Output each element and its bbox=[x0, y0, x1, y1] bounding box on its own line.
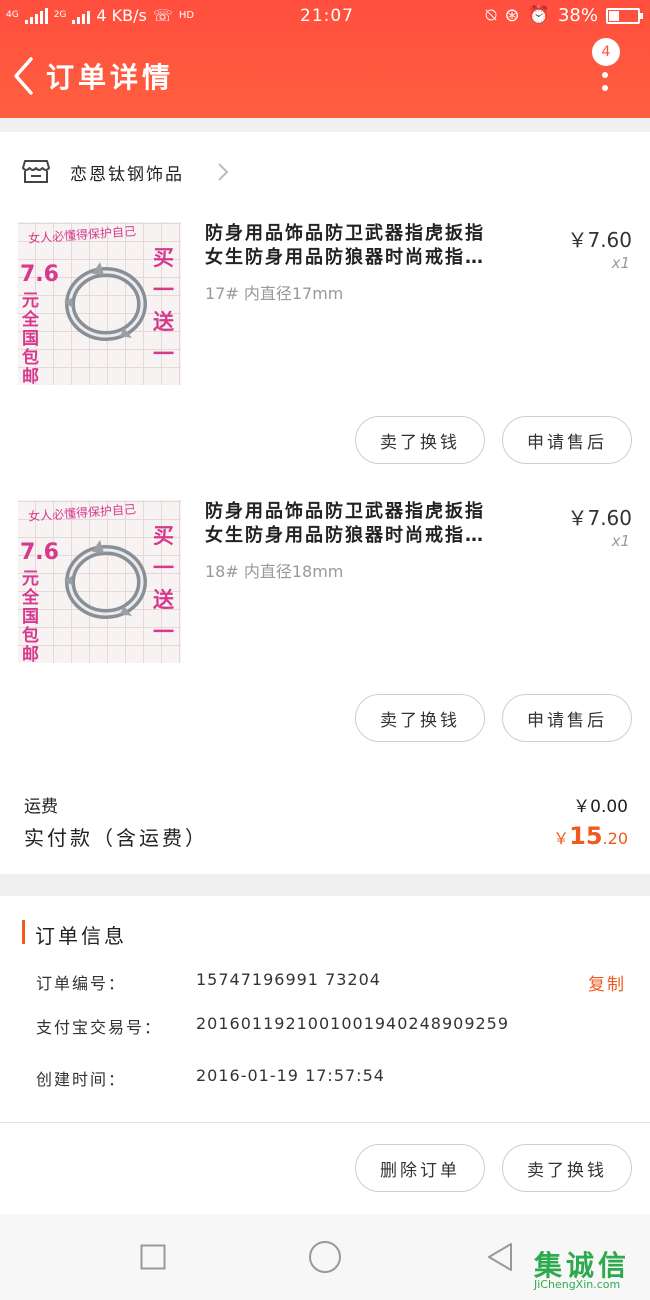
more-menu-button[interactable]: 4 bbox=[590, 38, 620, 102]
thumb-promo: 买一送一 bbox=[153, 524, 174, 644]
product-spec: 18# 内直径18mm bbox=[205, 562, 344, 581]
thumb-price: 7.6 bbox=[20, 540, 59, 565]
thumb-caption: 女人必懂得保护自己 bbox=[27, 224, 137, 246]
notification-badge: 4 bbox=[592, 38, 620, 66]
hd-label: HD bbox=[178, 10, 195, 21]
ring-product-image bbox=[64, 262, 147, 341]
shop-name: 恋恩钛钢饰品 bbox=[70, 165, 184, 185]
watermark-url: JiChengXin.com bbox=[534, 1278, 621, 1291]
order-item: 女人必懂得保护自己 7.6 元全国包邮 买一送一 防身用品饰品防卫武器指虎扳指 … bbox=[0, 500, 650, 742]
alipay-trade-label: 支付宝交易号： bbox=[36, 1018, 163, 1037]
network-type-label: 4G bbox=[6, 10, 19, 20]
watermark-logo: 集诚信 JiChengXin.com bbox=[526, 1240, 646, 1296]
app-header: 4G 2G 4 KB/s ☏ HD 21:07 ⍉ ⊛ ⏰ 38% 订单详情 4 bbox=[0, 0, 650, 118]
status-bar: 4G 2G 4 KB/s ☏ HD 21:07 ⍉ ⊛ ⏰ 38% bbox=[0, 0, 650, 32]
created-time-label: 创建时间： bbox=[36, 1070, 127, 1089]
alarm-icon: ⏰ bbox=[527, 5, 550, 26]
request-aftersale-button[interactable]: 申请售后 bbox=[502, 694, 632, 742]
copy-button[interactable]: 复制 bbox=[588, 970, 626, 995]
total-currency: ￥ bbox=[553, 829, 570, 848]
recent-apps-icon[interactable] bbox=[140, 1244, 166, 1270]
product-price: ￥7.60 bbox=[567, 228, 632, 252]
order-number-value: 15747196991 73204 bbox=[196, 970, 381, 989]
product-thumbnail[interactable]: 女人必懂得保护自己 7.6 元全国包邮 买一送一 bbox=[18, 500, 181, 663]
more-dot-icon bbox=[602, 85, 608, 91]
clock: 21:07 bbox=[300, 6, 354, 26]
alipay-trade-value: 2016011921001001940248909259 bbox=[196, 1014, 510, 1033]
product-name-line1: 防身用品饰品防卫武器指虎扳指 bbox=[205, 501, 485, 522]
created-time-value: 2016-01-19 17:57:54 bbox=[196, 1066, 385, 1085]
thumb-caption: 女人必懂得保护自己 bbox=[27, 502, 137, 524]
total-value: ￥15.20 bbox=[553, 822, 628, 850]
thumb-free-shipping: 元全国包邮 bbox=[22, 569, 39, 664]
order-items-card: 恋恩钛钢饰品 女人必懂得保护自己 7.6 元全国包邮 买一送一 防身用品饰品防卫… bbox=[0, 132, 650, 874]
product-quantity: x1 bbox=[611, 532, 630, 550]
delete-order-button[interactable]: 删除订单 bbox=[355, 1144, 485, 1192]
store-icon bbox=[22, 160, 50, 183]
product-quantity: x1 bbox=[611, 254, 630, 272]
product-name-line1: 防身用品饰品防卫武器指虎扳指 bbox=[205, 223, 485, 244]
ring-product-image bbox=[64, 540, 147, 619]
back-arrow-icon[interactable] bbox=[12, 56, 34, 96]
order-info-title: 订单信息 bbox=[22, 920, 127, 948]
status-right: ⍉ ⊛ ⏰ 38% bbox=[485, 5, 643, 26]
shipping-row: 运费 ￥0.00 bbox=[0, 792, 650, 822]
total-integer: 15 bbox=[569, 822, 603, 850]
signal-icon bbox=[24, 7, 48, 24]
shipping-label: 运费 bbox=[24, 797, 58, 817]
status-left: 4G 2G 4 KB/s ☏ HD bbox=[6, 6, 194, 25]
system-nav-bar: 集诚信 JiChengXin.com bbox=[0, 1214, 650, 1300]
total-label: 实付款（含运费） bbox=[24, 826, 208, 850]
request-aftersale-button[interactable]: 申请售后 bbox=[502, 416, 632, 464]
order-number-label: 订单编号： bbox=[36, 974, 127, 993]
product-name-line2: 女生防身用品防狼器时尚戒指… bbox=[205, 525, 485, 546]
created-time-row: 创建时间： 2016-01-19 17:57:54 bbox=[0, 1062, 650, 1092]
page-title: 订单详情 bbox=[46, 61, 175, 94]
phone-hd-icon: ☏ bbox=[152, 6, 173, 25]
total-row: 实付款（含运费） ￥15.20 bbox=[0, 822, 650, 852]
order-number-row: 订单编号： 15747196991 73204 复制 bbox=[0, 966, 650, 996]
back-nav-icon[interactable] bbox=[486, 1242, 514, 1272]
order-item: 女人必懂得保护自己 7.6 元全国包邮 买一送一 防身用品饰品防卫武器指虎扳指 … bbox=[0, 222, 650, 464]
product-thumbnail[interactable]: 女人必懂得保护自己 7.6 元全国包邮 买一送一 bbox=[18, 222, 181, 385]
sell-for-cash-bottom-button[interactable]: 卖了换钱 bbox=[502, 1144, 632, 1192]
total-decimal: .20 bbox=[602, 829, 628, 848]
network-speed: 4 KB/s bbox=[96, 6, 147, 25]
thumb-price: 7.6 bbox=[20, 262, 59, 287]
product-spec: 17# 内直径17mm bbox=[205, 284, 344, 303]
more-dot-icon bbox=[602, 72, 608, 78]
home-icon[interactable] bbox=[308, 1240, 342, 1274]
network-type-2-label: 2G bbox=[53, 10, 67, 20]
silent-icon: ⍉ bbox=[485, 5, 497, 26]
battery-percent: 38% bbox=[557, 5, 598, 26]
sell-for-cash-button[interactable]: 卖了换钱 bbox=[355, 694, 485, 742]
shipping-value: ￥0.00 bbox=[573, 797, 628, 817]
lock-rotation-icon: ⊛ bbox=[504, 5, 520, 26]
alipay-trade-row: 支付宝交易号： 2016011921001001940248909259 bbox=[0, 1010, 650, 1040]
signal-2-icon bbox=[72, 8, 91, 24]
bottom-action-bar: 删除订单 卖了换钱 bbox=[0, 1122, 650, 1214]
chevron-right-icon bbox=[218, 163, 229, 181]
product-name[interactable]: 防身用品饰品防卫武器指虎扳指 女生防身用品防狼器时尚戒指… bbox=[205, 500, 535, 548]
nav-bar: 订单详情 4 bbox=[0, 38, 650, 110]
thumb-promo: 买一送一 bbox=[153, 246, 174, 366]
sell-for-cash-button[interactable]: 卖了换钱 bbox=[355, 416, 485, 464]
thumb-free-shipping: 元全国包邮 bbox=[22, 291, 39, 386]
product-name[interactable]: 防身用品饰品防卫武器指虎扳指 女生防身用品防狼器时尚戒指… bbox=[205, 222, 535, 270]
product-price: ￥7.60 bbox=[567, 506, 632, 530]
shop-row[interactable]: 恋恩钛钢饰品 bbox=[0, 148, 650, 196]
battery-icon bbox=[606, 7, 643, 24]
product-name-line2: 女生防身用品防狼器时尚戒指… bbox=[205, 247, 485, 268]
